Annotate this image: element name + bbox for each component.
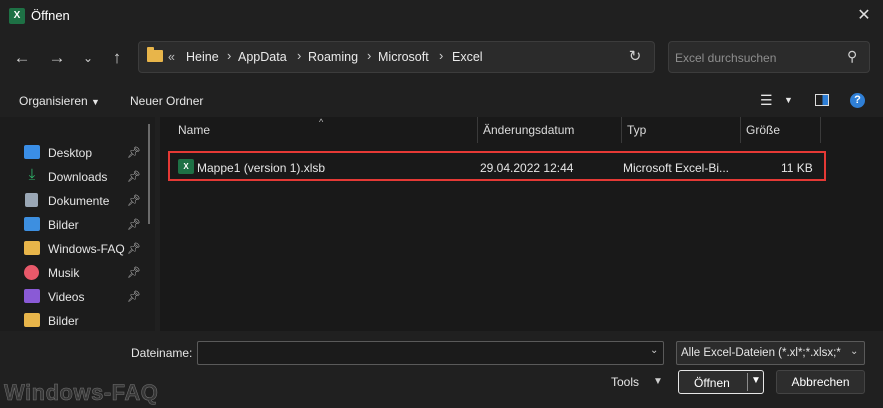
sidebar-item-label: Musik — [48, 266, 80, 280]
file-type-filter[interactable]: Alle Excel-Dateien (*.xl*;*.xlsx;* ⌄ — [676, 341, 865, 365]
sidebar-item-desktop[interactable]: Desktop 📌︎ — [24, 142, 154, 164]
breadcrumb-separator[interactable]: › — [439, 48, 443, 63]
sidebar-item-label: Bilder — [48, 218, 79, 232]
breadcrumb-item[interactable]: Heine — [186, 50, 219, 64]
preview-pane-icon[interactable] — [815, 94, 829, 106]
breadcrumb-item[interactable]: Microsoft — [378, 50, 429, 64]
sort-ascending-icon: ^ — [319, 117, 324, 127]
tools-chevron-down-icon[interactable]: ▼ — [653, 376, 663, 387]
open-button[interactable]: Öffnen ▼ — [678, 370, 764, 394]
filename-input[interactable] — [197, 341, 664, 365]
folder-icon — [147, 47, 163, 62]
filename-chevron-down-icon[interactable]: ⌄ — [650, 345, 658, 356]
open-chevron-down-icon[interactable]: ▼ — [751, 375, 761, 386]
sidebar-item-label: Downloads — [48, 170, 108, 184]
folder-icon — [24, 313, 40, 327]
sidebar-item-music[interactable]: Musik 📌︎ — [24, 262, 154, 284]
chevron-down-icon: ▼ — [91, 97, 100, 107]
address-bar[interactable]: « Heine › AppData › Roaming › Microsoft … — [138, 41, 655, 73]
breadcrumb-item[interactable]: AppData — [238, 50, 287, 64]
search-icon[interactable]: ⚲ — [847, 48, 857, 65]
recent-chevron-down-icon[interactable]: ⌄ — [74, 44, 102, 72]
file-type: Microsoft Excel-Bi... — [623, 161, 730, 175]
desktop-icon — [24, 145, 40, 159]
breadcrumb-overflow[interactable]: « — [168, 50, 175, 64]
music-icon — [24, 265, 39, 280]
forward-arrow-icon[interactable]: → — [43, 44, 71, 72]
document-icon — [25, 193, 38, 207]
pin-icon: 📌︎ — [127, 243, 141, 255]
pin-icon: 📌︎ — [127, 195, 141, 207]
column-header-name[interactable]: Name — [178, 123, 210, 137]
column-divider[interactable] — [820, 117, 821, 143]
column-header-type[interactable]: Typ — [627, 123, 646, 137]
column-divider[interactable] — [740, 117, 741, 143]
sidebar-item-label: Windows-FAQ — [48, 242, 125, 256]
filename-label: Dateiname: — [131, 346, 193, 360]
back-arrow-icon[interactable]: ← — [8, 44, 36, 72]
title-bar — [0, 0, 883, 32]
sidebar-item-label: Dokumente — [48, 194, 110, 208]
file-list: ^ Name Änderungsdatum Typ Größe X Mappe1… — [160, 117, 883, 331]
folder-icon — [24, 241, 40, 255]
column-divider[interactable] — [477, 117, 478, 143]
column-header-size[interactable]: Größe — [746, 123, 780, 137]
sidebar-item-downloads[interactable]: ⤓ Downloads 📌︎ — [24, 166, 154, 188]
window-title: Öffnen — [31, 8, 70, 23]
sidebar-item-documents[interactable]: Dokumente 📌︎ — [24, 190, 154, 212]
navigation-scrollbar[interactable] — [148, 124, 150, 224]
sidebar-item-pictures-folder[interactable]: Bilder — [24, 310, 154, 332]
file-date: 29.04.2022 12:44 — [480, 161, 574, 175]
search-input[interactable]: Excel durchsuchen ⚲ — [668, 41, 870, 73]
tools-button[interactable]: Tools — [611, 375, 639, 389]
open-label: Öffnen — [694, 376, 730, 390]
close-icon[interactable]: ✕ — [852, 5, 876, 27]
filter-value: Alle Excel-Dateien (*.xl*;*.xlsx;* — [681, 347, 841, 359]
sidebar-item-label: Desktop — [48, 146, 93, 160]
organize-button[interactable]: Organisieren ▼ — [19, 94, 100, 108]
help-icon[interactable]: ? — [850, 93, 865, 108]
pin-icon: 📌︎ — [127, 267, 141, 279]
file-row[interactable]: X Mappe1 (version 1).xlsb 29.04.2022 12:… — [168, 151, 826, 181]
excel-file-icon: X — [178, 159, 194, 174]
sidebar-item-pictures[interactable]: Bilder 📌︎ — [24, 214, 154, 236]
pin-icon: 📌︎ — [127, 219, 141, 231]
file-name: Mappe1 (version 1).xlsb — [197, 161, 326, 175]
breadcrumb-item[interactable]: Excel — [452, 50, 483, 64]
pictures-icon — [24, 217, 40, 231]
breadcrumb-separator[interactable]: › — [367, 48, 371, 63]
sidebar-item-windows-faq[interactable]: Windows-FAQ 📌︎ — [24, 238, 154, 260]
sidebar-item-label: Videos — [48, 290, 85, 304]
command-bar: Organisieren ▼ Neuer Ordner ☰ ▼ — [0, 86, 883, 116]
excel-app-icon: X — [9, 8, 25, 24]
watermark: Windows-FAQ — [4, 380, 159, 406]
view-options-icon[interactable]: ☰ — [760, 92, 773, 109]
download-icon: ⤓ — [28, 166, 36, 183]
navigation-pane: Desktop 📌︎ ⤓ Downloads 📌︎ Dokumente 📌︎ B… — [0, 117, 155, 331]
file-size: 11 KB — [781, 161, 813, 175]
pin-icon: 📌︎ — [127, 147, 141, 159]
sidebar-item-label: Bilder — [48, 314, 79, 328]
breadcrumb-separator[interactable]: › — [297, 48, 301, 63]
sidebar-item-videos[interactable]: Videos 📌︎ — [24, 286, 154, 308]
breadcrumb-item[interactable]: Roaming — [308, 50, 358, 64]
column-divider[interactable] — [621, 117, 622, 143]
pin-icon: 📌︎ — [127, 171, 141, 183]
video-icon — [24, 289, 40, 303]
refresh-icon[interactable]: ↻ — [623, 46, 647, 68]
chevron-down-icon: ⌄ — [850, 346, 859, 357]
view-chevron-down-icon[interactable]: ▼ — [784, 95, 793, 105]
breadcrumb-separator[interactable]: › — [227, 48, 231, 63]
up-arrow-icon[interactable]: ↑ — [103, 44, 131, 72]
pin-icon: 📌︎ — [127, 291, 141, 303]
search-placeholder: Excel durchsuchen — [675, 51, 777, 65]
new-folder-button[interactable]: Neuer Ordner — [130, 94, 203, 108]
column-header-date[interactable]: Änderungsdatum — [483, 123, 574, 137]
cancel-button[interactable]: Abbrechen — [776, 370, 865, 394]
split-divider — [747, 373, 748, 391]
organize-label: Organisieren — [19, 94, 88, 108]
